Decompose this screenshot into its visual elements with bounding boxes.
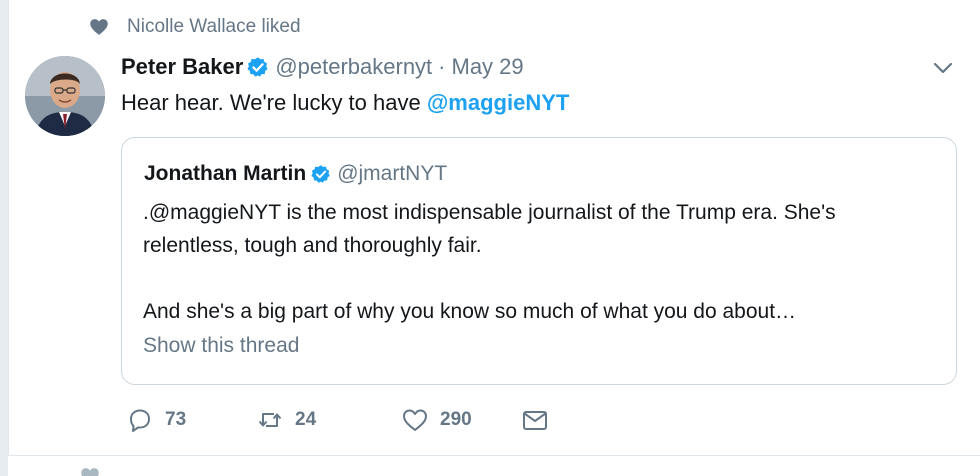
reply-icon: [130, 409, 150, 432]
verified-badge-icon: [311, 165, 330, 183]
quoted-text-line: .@maggieNYT is the most indispensable jo…: [143, 201, 836, 224]
quoted-tweet-header: Jonathan Martin @jmartNYT: [144, 162, 447, 186]
avatar-image: [25, 56, 105, 136]
author-name[interactable]: Peter Baker: [121, 54, 243, 80]
quoted-text-line: And she's a big part of why you know so …: [143, 300, 797, 323]
header-separator: ·: [438, 54, 446, 79]
retweet-icon: [258, 413, 282, 427]
tweet-card[interactable]: Nicolle Wallace liked Peter Baker @peter…: [8, 0, 980, 455]
tweet-actions: 73 24 290: [121, 405, 560, 435]
quoted-author-handle: @jmartNYT: [337, 162, 448, 185]
reply-button[interactable]: 73: [125, 405, 255, 435]
quoted-author-name: Jonathan Martin: [144, 162, 307, 185]
mention-link[interactable]: @maggieNYT: [427, 90, 569, 115]
timeline: Nicolle Wallace liked Peter Baker @peter…: [0, 0, 980, 476]
envelope-icon: [523, 411, 547, 430]
show-thread-link[interactable]: Show this thread: [143, 334, 299, 358]
retweet-count: 24: [295, 409, 317, 430]
reply-count: 73: [165, 409, 187, 430]
retweet-button[interactable]: 24: [255, 405, 400, 435]
quoted-tweet-text: .@maggieNYT is the most indispensable jo…: [143, 196, 943, 328]
next-tweet-card[interactable]: [8, 455, 980, 476]
heart-icon: [90, 19, 108, 35]
avatar[interactable]: [25, 56, 105, 136]
tweet-text-body: Hear hear. We're lucky to have: [121, 90, 427, 115]
like-count: 290: [440, 409, 472, 430]
tweet-text: Hear hear. We're lucky to have @maggieNY…: [121, 90, 569, 116]
author-handle[interactable]: @peterbakernyt: [275, 54, 432, 80]
heart-outline-icon: [403, 409, 427, 431]
tweet-date[interactable]: May 29: [452, 54, 524, 80]
direct-message-button[interactable]: [520, 405, 560, 435]
social-context: Nicolle Wallace liked: [89, 16, 301, 38]
verified-badge-icon: [247, 57, 268, 77]
quoted-text-line: relentless, tough and thoroughly fair.: [143, 234, 482, 257]
social-context-text: Nicolle Wallace liked: [127, 16, 301, 37]
chevron-down-icon[interactable]: [931, 56, 955, 80]
like-button[interactable]: 290: [400, 405, 520, 435]
tweet-header: Peter Baker @peterbakernyt · May 29: [121, 54, 524, 80]
quoted-tweet[interactable]: Jonathan Martin @jmartNYT .@maggieNYT is…: [121, 137, 957, 385]
